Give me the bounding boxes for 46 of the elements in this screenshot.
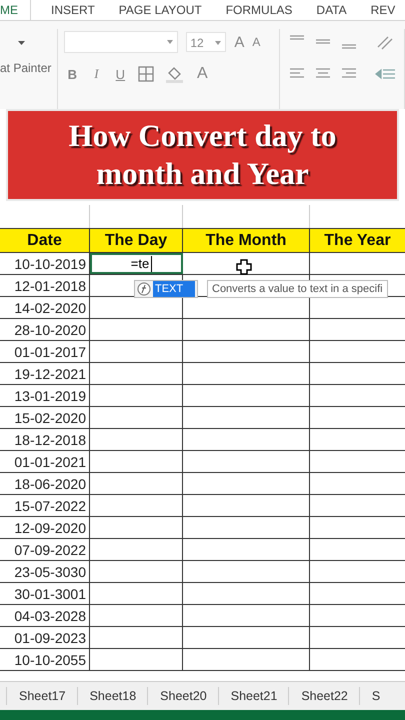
ribbon-tab[interactable]: PAGE LAYOUT: [106, 0, 214, 20]
sheet-tab[interactable]: Sheet18: [76, 687, 148, 705]
table-cell: 13-01-2019: [0, 385, 90, 406]
column-header: The Month: [183, 229, 310, 252]
column-header: The Year: [323, 230, 392, 250]
sheet-tab[interactable]: S: [358, 687, 392, 705]
font-name-field[interactable]: [64, 31, 178, 53]
table-cell: 01-01-2017: [0, 341, 90, 362]
table-cell: 04-03-2028: [0, 605, 90, 626]
ribbon-tab[interactable]: FORMULAS: [214, 0, 304, 20]
function-icon: [137, 282, 151, 296]
sheet-tab[interactable]: Sheet21: [218, 687, 288, 705]
autocomplete-item[interactable]: TEXT: [153, 281, 196, 297]
table-cell: 28-10-2020: [0, 319, 90, 340]
ribbon-tab[interactable]: DATA: [304, 0, 359, 20]
table-cell: 15-07-2022: [0, 495, 90, 516]
sheet-tab[interactable]: Sheet17: [6, 687, 77, 705]
active-cell[interactable]: =te: [90, 253, 183, 274]
ribbon-tab[interactable]: INSERT: [39, 0, 107, 20]
table-cell: 14-02-2020: [0, 297, 90, 318]
table-cell: 23-05-3030: [0, 561, 90, 582]
table-cell: 01-09-2023: [0, 627, 90, 648]
table-cell: 07-09-2022: [0, 539, 90, 560]
function-tooltip: Converts a value to text in a specifi: [207, 280, 388, 298]
sheet-tab[interactable]: Sheet22: [288, 687, 359, 705]
column-header: Date: [0, 229, 90, 252]
table-cell: 15-02-2020: [0, 407, 90, 428]
banner-title: How Convert day to: [68, 117, 336, 155]
banner-title: month and Year: [96, 155, 309, 193]
table-cell: 18-12-2018: [0, 429, 90, 450]
format-painter-button[interactable]: at Painter: [0, 61, 52, 75]
ribbon-tab[interactable]: REV: [358, 0, 405, 20]
table-cell: 10-10-2019: [0, 253, 90, 274]
caret-icon[interactable]: [18, 41, 25, 45]
table-cell: 01-01-2021: [0, 451, 90, 472]
borders-icon[interactable]: [136, 65, 156, 83]
table-cell: 12-09-2020: [0, 517, 90, 538]
ribbon-tab[interactable]: ME: [0, 0, 31, 20]
table-cell: 18-06-2020: [0, 473, 90, 494]
font-size-field[interactable]: 12: [186, 32, 226, 52]
table-cell: 12-01-2018: [0, 275, 90, 296]
table-cell: 19-12-2021: [0, 363, 90, 384]
table-cell: 30-01-3001: [0, 583, 90, 604]
sheet-tab[interactable]: Sheet20: [147, 687, 218, 705]
table-cell: 10-10-2055: [0, 649, 90, 670]
column-header: The Day: [90, 229, 183, 252]
